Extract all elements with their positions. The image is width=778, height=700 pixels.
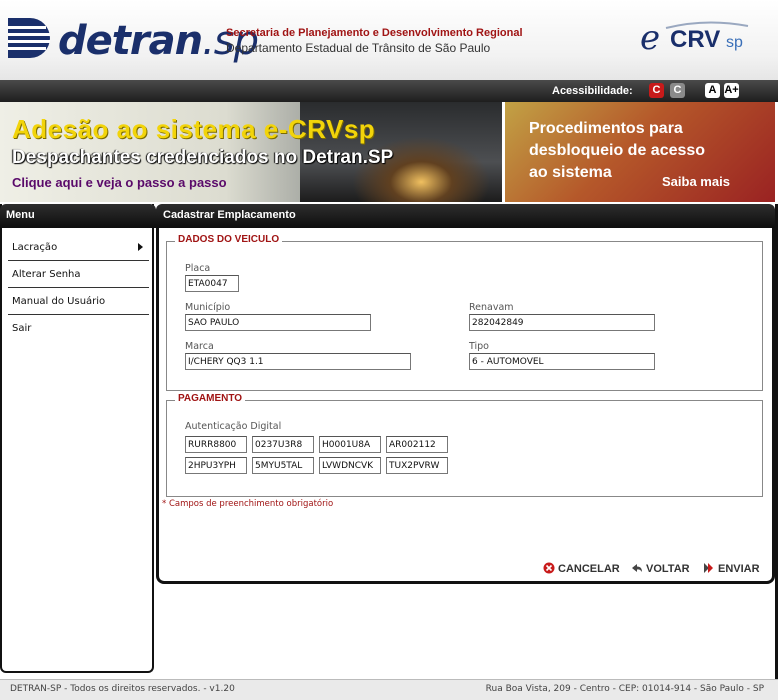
page-title: Cadastrar Emplacamento [163, 209, 296, 221]
cancel-button[interactable]: CANCELAR [543, 562, 620, 576]
footer-address: Rua Boa Vista, 209 - Centro - CEP: 01014… [485, 684, 764, 694]
accessibility-label: Acessibilidade: [552, 85, 633, 97]
auth-field-7[interactable] [319, 457, 381, 474]
sidebar-item-sair[interactable]: Sair [8, 315, 149, 342]
auth-label: Autenticação Digital [185, 421, 282, 432]
chevron-right-icon [138, 243, 143, 251]
auth-field-6[interactable] [252, 457, 314, 474]
marca-label: Marca [185, 341, 214, 352]
sidebar-title: Menu [6, 209, 35, 221]
ecrv-adhesion-banner[interactable]: Adesão ao sistema e-CRVsp Despachantes c… [0, 102, 502, 202]
font-increase-button[interactable]: A+ [724, 83, 739, 98]
detran-logo-icon [8, 18, 50, 58]
sidebar-header: Menu [0, 204, 156, 228]
back-button[interactable]: VOLTAR [631, 562, 690, 576]
auth-field-3[interactable] [319, 436, 381, 453]
marca-field[interactable] [185, 353, 411, 370]
auth-field-2[interactable] [252, 436, 314, 453]
cancel-icon [543, 562, 555, 574]
sidebar-item-manual[interactable]: Manual do Usuário [8, 288, 149, 315]
ecrv-logo: e CRV sp [636, 18, 756, 60]
tipo-label: Tipo [469, 341, 489, 352]
renavam-field[interactable] [469, 314, 655, 331]
font-normal-button[interactable]: A [705, 83, 720, 98]
send-button[interactable]: ENVIAR [703, 562, 760, 576]
page-header: detran.sp Secretaria de Planejamento e D… [0, 0, 778, 80]
saiba-mais-link[interactable]: Saiba mais [662, 174, 730, 189]
send-arrow-icon [704, 563, 713, 573]
sidebar: Menu Lacração Alterar Senha Manual do Us… [0, 204, 156, 673]
accessibility-bar: Acessibilidade: C C A A+ [0, 80, 778, 102]
tipo-field[interactable] [469, 353, 655, 370]
back-arrow-icon [632, 564, 642, 572]
contrast-red-button[interactable]: C [649, 83, 664, 98]
footer-copyright: DETRAN-SP - Todos os direitos reservados… [10, 684, 235, 694]
departamento-title: Departamento Estadual de Trânsito de São… [226, 41, 491, 55]
placa-label: Placa [185, 263, 211, 274]
required-note: * Campos de preenchimento obrigatório [162, 499, 334, 509]
main-header: Cadastrar Emplacamento [156, 204, 775, 228]
page-footer: DETRAN-SP - Todos os direitos reservados… [0, 679, 778, 700]
banner-headline: Adesão ao sistema e-CRVsp [12, 114, 376, 144]
auth-field-1[interactable] [185, 436, 247, 453]
secretaria-title: Secretaria de Planejamento e Desenvolvim… [226, 27, 523, 39]
sidebar-item-lacracao[interactable]: Lacração [8, 234, 149, 261]
auth-field-4[interactable] [386, 436, 448, 453]
auth-field-5[interactable] [185, 457, 247, 474]
vehicle-data-legend: DADOS DO VEICULO [175, 234, 283, 245]
detran-logo[interactable]: detran.sp [6, 14, 259, 66]
renavam-label: Renavam [469, 302, 514, 313]
banner-subheadline: Despachantes credenciados no Detran.SP [12, 147, 394, 168]
unlock-procedures-banner[interactable]: Procedimentos para desbloqueio de acesso… [505, 102, 775, 202]
payment-legend: PAGAMENTO [175, 393, 246, 404]
auth-field-8[interactable] [386, 457, 448, 474]
sidebar-menu: Lacração Alterar Senha Manual do Usuário… [8, 234, 149, 342]
contrast-gray-button[interactable]: C [670, 83, 685, 98]
sidebar-item-alterar-senha[interactable]: Alterar Senha [8, 261, 149, 288]
municipio-label: Município [185, 302, 231, 313]
municipio-field[interactable] [185, 314, 371, 331]
banner-cta[interactable]: Clique aqui e veja o passo a passo [12, 175, 227, 190]
placa-field[interactable] [185, 275, 239, 292]
